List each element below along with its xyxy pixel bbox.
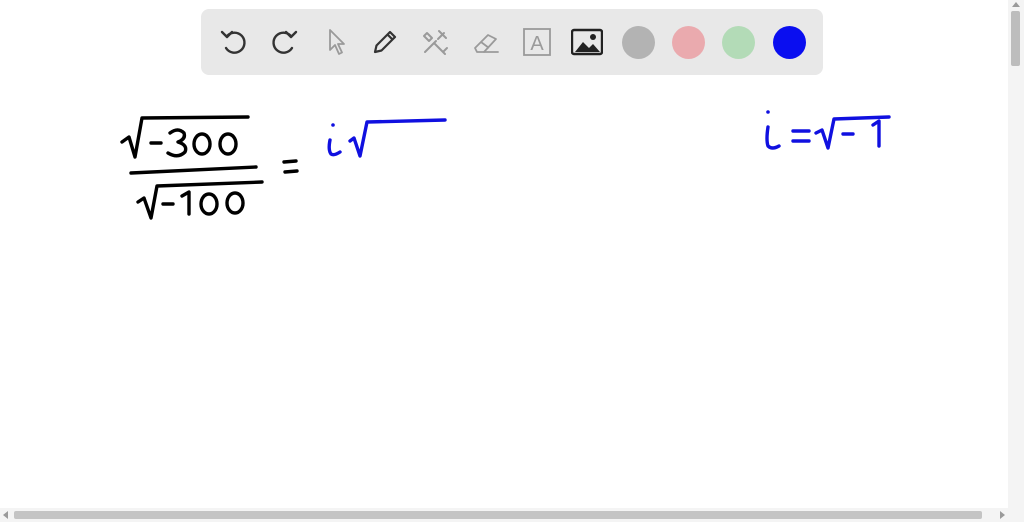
- color-swatch-pink[interactable]: [672, 26, 705, 59]
- handwritten-result-partial: [327, 118, 447, 158]
- handwritten-equals: [282, 159, 299, 174]
- drawing-toolbar: A: [201, 9, 823, 75]
- eraser-icon[interactable]: [470, 26, 502, 58]
- scroll-up-arrow-icon[interactable]: [1012, 2, 1020, 7]
- horizontal-scroll-thumb[interactable]: [14, 511, 982, 519]
- color-swatch-green[interactable]: [722, 26, 755, 59]
- cursor-arrow-icon[interactable]: [319, 26, 351, 58]
- vertical-scroll-thumb[interactable]: [1011, 11, 1020, 66]
- color-swatch-gray[interactable]: [622, 26, 655, 59]
- drawing-canvas[interactable]: [0, 84, 1008, 508]
- scroll-left-arrow-icon[interactable]: [3, 511, 8, 519]
- text-box-glyph: A: [530, 33, 544, 55]
- redo-icon[interactable]: [268, 26, 300, 58]
- vertical-scrollbar[interactable]: [1008, 0, 1024, 508]
- scroll-right-arrow-icon[interactable]: [1000, 511, 1005, 519]
- handwritten-fraction-bar: [129, 165, 258, 175]
- color-swatch-blue[interactable]: [773, 26, 806, 59]
- hammer-wrench-icon[interactable]: [419, 26, 451, 58]
- handwritten-denominator: [136, 180, 264, 220]
- undo-icon[interactable]: [218, 26, 250, 58]
- text-box-icon[interactable]: A: [521, 26, 553, 58]
- pencil-icon[interactable]: [369, 26, 401, 58]
- horizontal-scrollbar[interactable]: [0, 508, 1024, 522]
- handwritten-definition: [765, 110, 891, 150]
- handwritten-numerator: [120, 115, 250, 159]
- image-icon[interactable]: [571, 26, 603, 58]
- whiteboard-page: A: [0, 0, 1024, 522]
